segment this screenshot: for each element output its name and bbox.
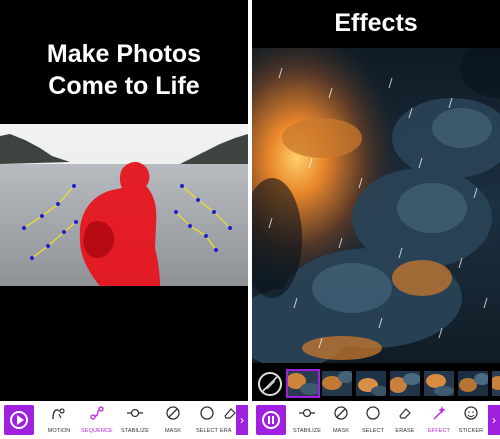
left-screen: Make Photos Come to Life MOTION SEQUENCE… [0, 0, 248, 439]
no-effect-button[interactable] [258, 372, 282, 396]
stabilize-icon [127, 408, 143, 418]
effect-thumbnail[interactable] [322, 371, 352, 396]
motion-icon [52, 408, 65, 420]
effect-icon [433, 406, 446, 420]
effect-thumbnail[interactable] [492, 371, 500, 396]
effect-thumbnail[interactable] [286, 369, 320, 398]
sequence-icon [90, 406, 104, 420]
left-headline: Make Photos Come to Life [0, 38, 248, 102]
erase-icon [399, 408, 411, 419]
mask-icon [166, 406, 180, 420]
thumbnail-image [458, 371, 488, 396]
no-effect-icon [262, 376, 278, 392]
thumbnail-image [424, 371, 454, 396]
effects-filmstrip [252, 366, 500, 400]
thumbnail-image [288, 371, 318, 396]
sticker-icon [464, 406, 478, 420]
chevron-right-icon: › [492, 413, 496, 427]
right-screen: Effects STABILIZE MASK SELECT ERASE EFFE… [252, 0, 500, 439]
select-icon [366, 406, 380, 420]
effect-thumbnail[interactable] [390, 371, 420, 396]
lake-photo-with-mask[interactable] [0, 124, 248, 286]
headline-line-1: Make Photos [46, 40, 202, 68]
chevron-right-icon: › [240, 413, 244, 427]
mask-icon [334, 406, 348, 420]
right-toolbar: STABILIZE MASK SELECT ERASE EFFECT STICK… [252, 401, 500, 439]
left-toolbar: MOTION SEQUENCE STABILIZE MASK SELECT ER… [0, 401, 248, 439]
right-headline: Effects [334, 9, 418, 37]
tool-sticker[interactable]: STICKER [452, 401, 490, 439]
toolbar-next-button[interactable]: › [236, 405, 248, 435]
effect-thumbnail[interactable] [356, 371, 386, 396]
thumbnail-image [322, 371, 352, 396]
stabilize-icon [299, 408, 315, 418]
play-triangle [17, 415, 24, 425]
tool-label: ERA [220, 428, 232, 434]
storm-clouds-photo[interactable] [252, 48, 500, 363]
headline-line-2: Come to Life [48, 72, 200, 100]
thumbnail-image [492, 371, 500, 396]
thumbnail-image [390, 371, 420, 396]
effect-thumbnail[interactable] [458, 371, 488, 396]
select-icon [200, 406, 214, 420]
play-button[interactable] [4, 405, 34, 435]
toolbar-next-button[interactable]: › [488, 405, 500, 435]
effect-thumbnail[interactable] [424, 371, 454, 396]
thumbnail-image [356, 371, 386, 396]
